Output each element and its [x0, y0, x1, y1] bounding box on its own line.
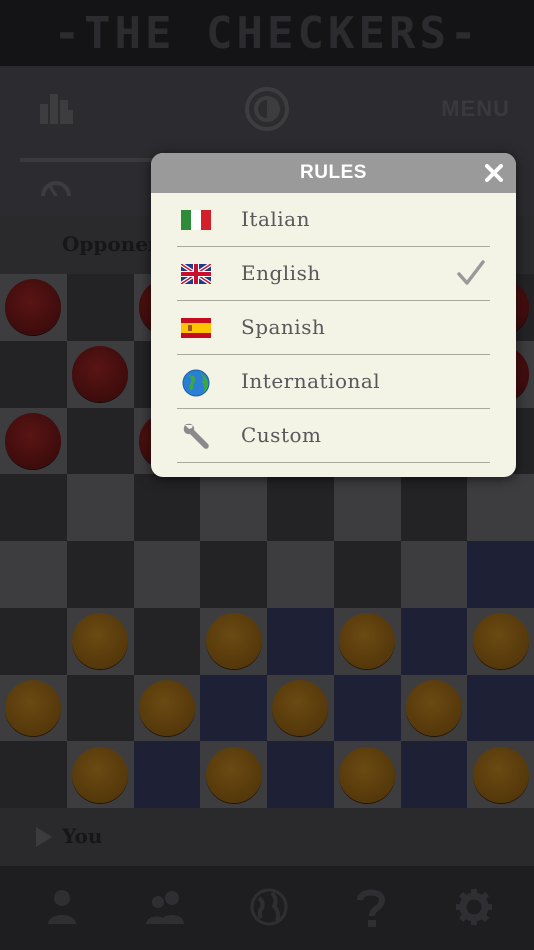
- board-square[interactable]: [400, 607, 468, 675]
- board-square[interactable]: [66, 674, 134, 742]
- spain-flag-icon: [181, 318, 211, 342]
- board-square[interactable]: [0, 340, 67, 408]
- bottom-navigation: [0, 866, 534, 950]
- rule-label: English: [241, 261, 321, 285]
- profile-icon[interactable]: [46, 888, 78, 930]
- rule-item-italian[interactable]: Italian: [151, 193, 516, 247]
- turn-arrow-icon: [36, 827, 52, 847]
- rule-item-custom[interactable]: Custom: [151, 409, 516, 463]
- board-square[interactable]: [0, 607, 67, 675]
- gold-piece[interactable]: [472, 613, 529, 670]
- red-piece[interactable]: [72, 346, 129, 403]
- board-square[interactable]: [333, 474, 401, 541]
- you-row: You: [0, 808, 534, 866]
- board-square[interactable]: [467, 474, 534, 541]
- italy-flag-icon: [181, 210, 211, 234]
- speedometer-icon[interactable]: [40, 176, 72, 204]
- board-square[interactable]: [66, 407, 134, 475]
- uk-flag-icon: [179, 262, 213, 288]
- settings-gear-icon[interactable]: [455, 888, 493, 930]
- board-square[interactable]: [66, 541, 134, 608]
- board-square[interactable]: [66, 274, 134, 341]
- gold-piece[interactable]: [5, 679, 62, 736]
- gold-piece[interactable]: [205, 746, 262, 803]
- online-globe-icon[interactable]: [250, 888, 288, 930]
- board-square[interactable]: [333, 674, 401, 742]
- rule-item-english[interactable]: English: [151, 247, 516, 301]
- board-square[interactable]: [267, 607, 334, 675]
- gold-piece[interactable]: [405, 679, 462, 736]
- board-square[interactable]: [267, 541, 334, 608]
- divider: [177, 462, 490, 463]
- title-bar: -THE CHECKERS-: [0, 0, 534, 66]
- menu-button[interactable]: MENU: [441, 96, 510, 122]
- help-icon[interactable]: [356, 888, 386, 932]
- board-square[interactable]: [400, 474, 468, 541]
- rule-label: International: [241, 369, 381, 393]
- board-square[interactable]: [467, 674, 534, 742]
- board-square[interactable]: [200, 474, 267, 541]
- board-square[interactable]: [267, 474, 334, 541]
- wrench-icon: [181, 421, 211, 455]
- close-icon: [485, 164, 503, 182]
- rule-item-international[interactable]: International: [151, 355, 516, 409]
- board-square[interactable]: [267, 741, 334, 808]
- gold-piece[interactable]: [72, 746, 129, 803]
- board-square[interactable]: [0, 474, 67, 541]
- gold-piece[interactable]: [205, 613, 262, 670]
- gold-piece[interactable]: [339, 746, 396, 803]
- two-players-icon[interactable]: [146, 888, 186, 930]
- you-label: You: [62, 824, 103, 848]
- modal-header: RULES: [151, 153, 516, 193]
- board-square[interactable]: [0, 541, 67, 608]
- gold-piece[interactable]: [272, 679, 329, 736]
- modal-title: RULES: [300, 162, 367, 183]
- board-square[interactable]: [133, 474, 201, 541]
- gold-piece[interactable]: [472, 746, 529, 803]
- progress-line: [20, 158, 160, 162]
- board-square[interactable]: [400, 541, 468, 608]
- board-square[interactable]: [0, 741, 67, 808]
- checkmark-icon: [456, 259, 486, 291]
- gold-piece[interactable]: [138, 679, 195, 736]
- gold-piece[interactable]: [72, 613, 129, 670]
- board-square[interactable]: [133, 541, 201, 608]
- board-square[interactable]: [66, 474, 134, 541]
- board-square[interactable]: [133, 607, 201, 675]
- theme-toggle-icon[interactable]: [244, 86, 290, 136]
- leaderboard-icon[interactable]: [38, 92, 74, 130]
- rules-modal: RULES Italian English Spanish Internatio…: [151, 153, 516, 477]
- rule-label: Spanish: [241, 315, 326, 339]
- board-square[interactable]: [400, 741, 468, 808]
- rule-label: Custom: [241, 423, 322, 447]
- rule-item-spanish[interactable]: Spanish: [151, 301, 516, 355]
- gold-piece[interactable]: [339, 613, 396, 670]
- close-button[interactable]: [480, 159, 508, 187]
- rules-list: Italian English Spanish International Cu…: [151, 193, 516, 463]
- red-piece[interactable]: [5, 412, 62, 469]
- globe-icon: [181, 368, 211, 402]
- board-square[interactable]: [200, 674, 267, 742]
- board-square[interactable]: [133, 741, 201, 808]
- board-square[interactable]: [200, 541, 267, 608]
- board-square[interactable]: [333, 541, 401, 608]
- rule-label: Italian: [241, 207, 310, 231]
- app-title: -THE CHECKERS-: [53, 7, 481, 59]
- board-square[interactable]: [467, 541, 534, 608]
